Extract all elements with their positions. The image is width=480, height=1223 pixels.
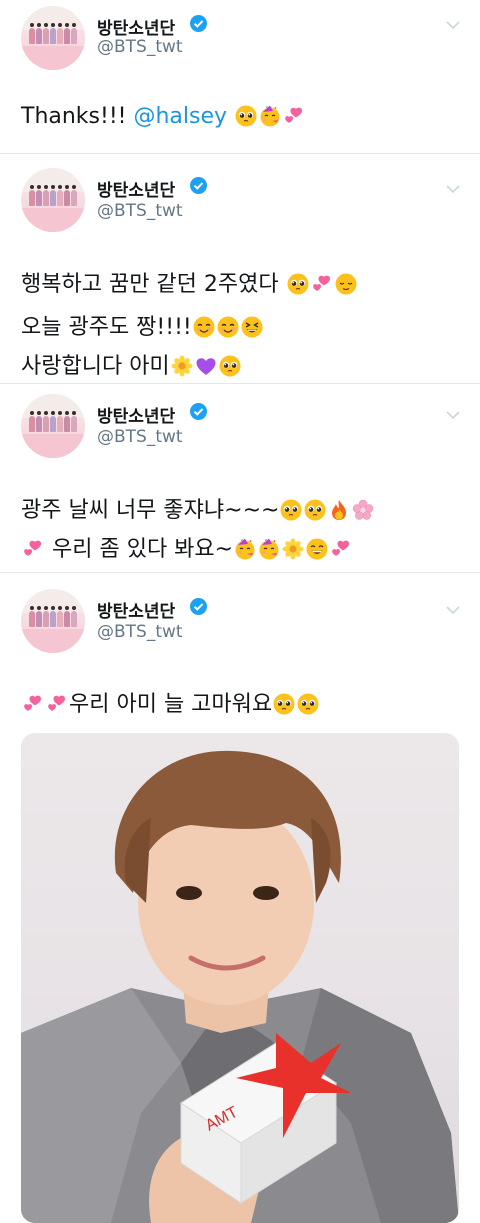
pleading-face-icon: [304, 499, 326, 521]
verified-badge-icon: [190, 177, 207, 194]
tweet-text-line: 사랑합니다 아미: [21, 348, 242, 380]
relieved-face-icon: [335, 273, 357, 295]
smiling-face-icon: [217, 316, 239, 338]
tweet-2[interactable]: 방탄소년단 @BTS_twt 행복하고 꿈만 같던 2주였다 오늘 광주도 짱!…: [0, 154, 480, 383]
account-handle[interactable]: @BTS_twt: [97, 37, 183, 57]
tweet-4[interactable]: 방탄소년단 @BTS_twt 우리 아미 늘 고마워요 AMT: [0, 573, 480, 1223]
tweet-text-line: 행복하고 꿈만 같던 2주였다: [21, 266, 358, 298]
tweet-text: 광주 날씨 너무 좋쟈냐~~~: [21, 498, 280, 523]
pleading-face-icon: [273, 693, 295, 715]
two-hearts-icon: [311, 273, 333, 295]
account-handle[interactable]: @BTS_twt: [97, 201, 183, 221]
blossom-icon: [282, 538, 304, 560]
pleading-face-icon: [280, 499, 302, 521]
avatar[interactable]: [21, 168, 85, 232]
grinning-squinting-face-icon: [241, 316, 263, 338]
fire-icon: [328, 499, 350, 521]
smiling-face-icon: [193, 316, 215, 338]
tweet-text-line: 오늘 광주도 짱!!!!: [21, 309, 264, 341]
two-hearts-icon: [46, 693, 68, 715]
account-name[interactable]: 방탄소년단: [97, 597, 175, 622]
cherry-blossom-icon: [352, 499, 374, 521]
verified-badge-icon: [190, 598, 207, 615]
tweet-1[interactable]: 방탄소년단 @BTS_twt Thanks!!! @halsey: [0, 0, 480, 153]
tweet-text: 우리 아미 늘 고마워요: [69, 692, 273, 717]
tweet-text: Thanks!!! @halsey: [21, 104, 306, 129]
pleading-face-icon: [219, 355, 241, 377]
account-handle[interactable]: @BTS_twt: [97, 622, 183, 642]
two-hearts-icon: [22, 538, 44, 560]
account-handle[interactable]: @BTS_twt: [97, 427, 183, 447]
tweet-text: 사랑합니다 아미: [21, 354, 170, 379]
pleading-face-icon: [235, 105, 257, 127]
tweet-text-prefix: Thanks!!!: [21, 104, 134, 129]
two-hearts-icon: [330, 538, 352, 560]
partying-face-icon: [234, 538, 256, 560]
chevron-down-icon[interactable]: [445, 410, 461, 420]
tweet-photo[interactable]: AMT: [21, 733, 459, 1223]
purple-heart-icon: [195, 355, 217, 377]
tweet-text: 오늘 광주도 짱!!!!: [21, 315, 192, 340]
avatar[interactable]: [21, 6, 85, 70]
chevron-down-icon[interactable]: [445, 184, 461, 194]
chevron-down-icon[interactable]: [445, 20, 461, 30]
avatar[interactable]: [21, 589, 85, 653]
pleading-face-icon: [287, 273, 309, 295]
two-hearts-icon: [283, 105, 305, 127]
pleading-face-icon: [297, 693, 319, 715]
partying-face-icon: [258, 538, 280, 560]
mention-link[interactable]: @halsey: [133, 104, 227, 129]
selfie-photo-illustration: AMT: [21, 750, 459, 1223]
tweet-text: 우리 좀 있다 봐요~: [45, 537, 234, 562]
verified-badge-icon: [190, 15, 207, 32]
grinning-face-icon: [306, 538, 328, 560]
tweet-text: 행복하고 꿈만 같던 2주였다: [21, 272, 286, 297]
tweet-text-line: 우리 좀 있다 봐요~: [21, 531, 353, 563]
chevron-down-icon[interactable]: [445, 605, 461, 615]
tweet-3[interactable]: 방탄소년단 @BTS_twt 광주 날씨 너무 좋쟈냐~~~ 우리 좀 있다 봐…: [0, 384, 480, 572]
avatar[interactable]: [21, 394, 85, 458]
partying-face-icon: [259, 105, 281, 127]
tweet-text-line: 우리 아미 늘 고마워요: [21, 686, 320, 718]
two-hearts-icon: [22, 693, 44, 715]
account-name[interactable]: 방탄소년단: [97, 14, 175, 39]
account-name[interactable]: 방탄소년단: [97, 176, 175, 201]
blossom-icon: [171, 355, 193, 377]
account-name[interactable]: 방탄소년단: [97, 402, 175, 427]
verified-badge-icon: [190, 403, 207, 420]
tweet-text-line: 광주 날씨 너무 좋쟈냐~~~: [21, 492, 375, 524]
